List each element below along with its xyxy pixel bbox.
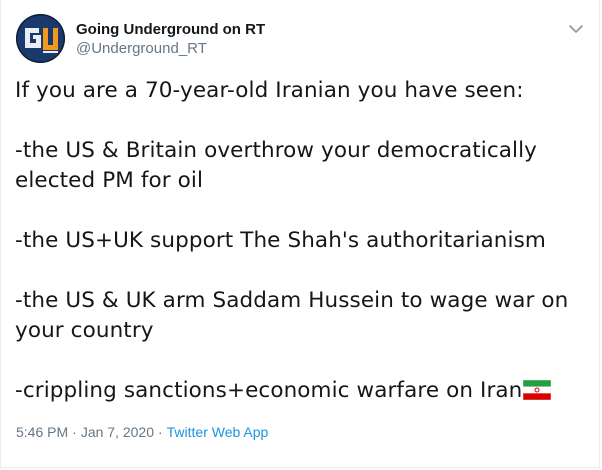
meta-separator: · bbox=[157, 424, 163, 440]
author-display-name[interactable]: Going Underground on RT bbox=[76, 21, 265, 38]
tweet-paragraph-text: -crippling sanctions+economic warfare on… bbox=[15, 378, 523, 403]
tweet-source-link[interactable]: Twitter Web App bbox=[167, 424, 269, 440]
iran-flag-icon bbox=[523, 379, 552, 401]
tweet-paragraph: -the US+UK support The Shah's authoritar… bbox=[15, 228, 546, 253]
author-handle[interactable]: @Underground_RT bbox=[76, 40, 207, 57]
tweet-text: If you are a 70-year-old Iranian you hav… bbox=[15, 76, 590, 406]
avatar-logo-icon bbox=[16, 14, 65, 63]
tweet-metadata: 5:46 PM · Jan 7, 2020 · Twitter Web App bbox=[16, 424, 268, 440]
avatar[interactable] bbox=[16, 14, 65, 63]
more-options-chevron-icon[interactable] bbox=[565, 18, 587, 40]
tweet-paragraph: -the US & Britain overthrow your democra… bbox=[15, 138, 537, 193]
meta-separator: · bbox=[72, 424, 77, 440]
tweet-paragraph: -the US & UK arm Saddam Hussein to wage … bbox=[15, 288, 569, 343]
tweet-card: Going Underground on RT @Underground_RT … bbox=[0, 0, 600, 468]
tweet-date[interactable]: Jan 7, 2020 bbox=[81, 424, 154, 440]
tweet-paragraph-last: -crippling sanctions+economic warfare on… bbox=[15, 376, 590, 406]
tweet-time[interactable]: 5:46 PM bbox=[16, 424, 68, 440]
tweet-paragraph: If you are a 70-year-old Iranian you hav… bbox=[15, 78, 524, 103]
